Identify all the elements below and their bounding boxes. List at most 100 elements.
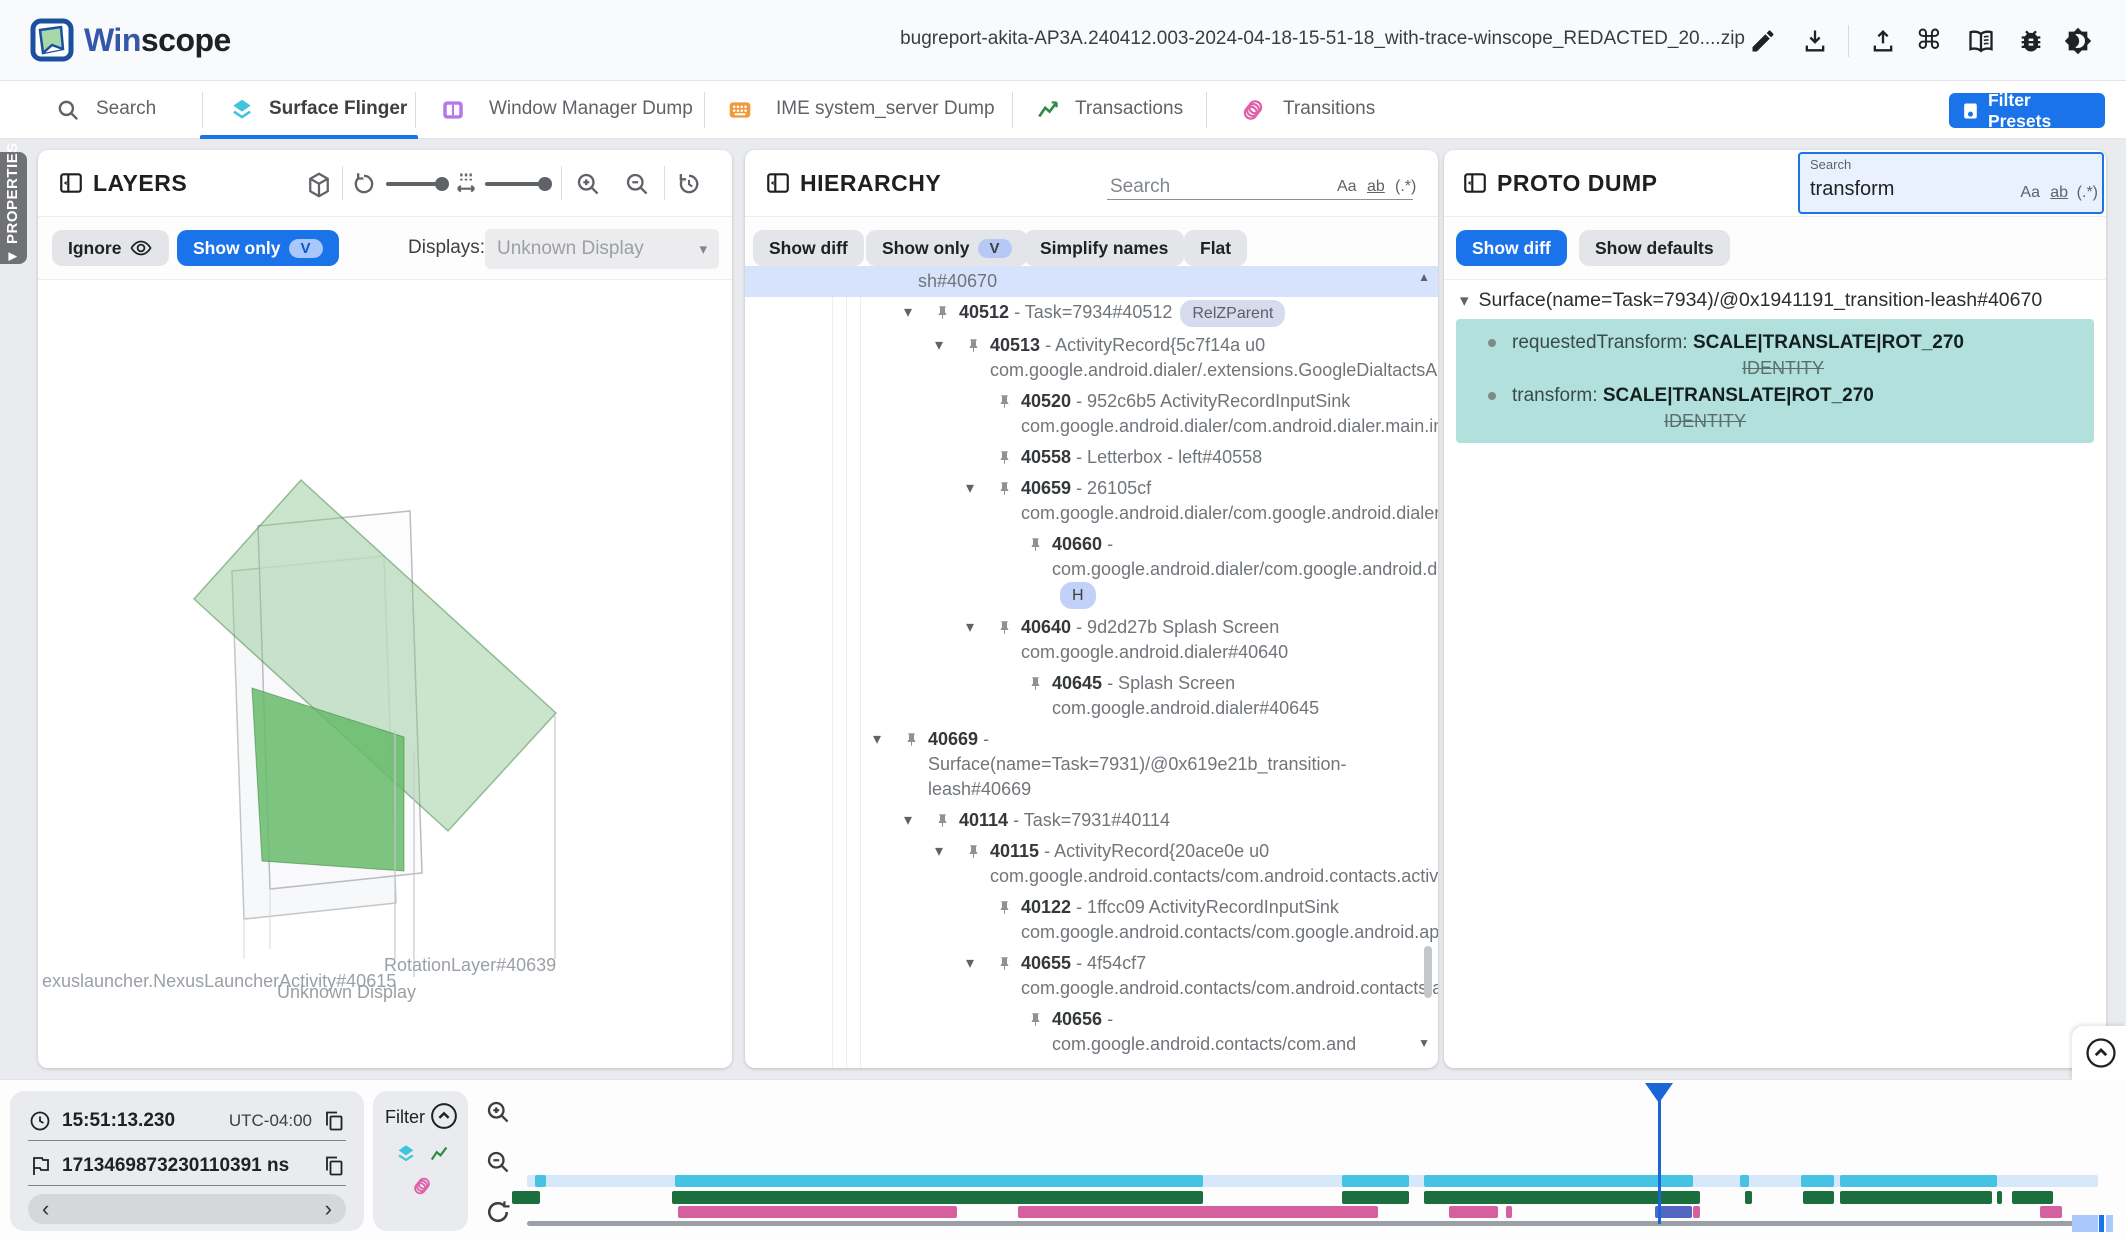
expand-arrow-icon[interactable]: ▾ [904,808,935,833]
tab-transitions[interactable]: Transitions [1283,98,1375,120]
surface-flinger-track-segment[interactable] [535,1175,546,1187]
documentation-book-icon[interactable] [1967,27,1995,55]
download-icon[interactable] [1801,27,1829,55]
tree-node[interactable]: ▾40640 - 9d2d27b Splash Screen com.googl… [745,612,1438,668]
match-case-toggle[interactable]: Aa [1337,178,1357,196]
hierarchy-scrollbar[interactable] [1424,946,1432,998]
expand-arrow-icon[interactable]: ▾ [935,839,966,864]
tree-node[interactable]: 40122 - 1ffcc09 ActivityRecordInputSink … [745,892,1438,948]
transitions-filter-icon[interactable] [411,1175,433,1197]
tab-transactions[interactable]: Transactions [1075,98,1183,120]
prev-entry-button[interactable]: ‹ [42,1194,49,1224]
layers-3d-canvas[interactable]: RotationLayer#40639 exuslauncher.NexusLa… [38,281,732,1068]
transactions-icon[interactable] [1036,97,1062,123]
transactions-track-segment[interactable] [1803,1191,1834,1204]
expand-arrow-icon[interactable]: ▾ [873,727,904,752]
transactions-track-segment[interactable] [1745,1191,1752,1204]
timeline-zoom-out-icon[interactable] [484,1148,512,1176]
tree-node[interactable]: ▾40655 - 4f54cf7 com.google.android.cont… [745,948,1438,1004]
tree-node[interactable]: ▾40513 - ActivityRecord{5c7f14a u0 com.g… [745,330,1438,386]
proto-property-row[interactable]: requestedTransform: SCALE|TRANSLATE|ROT_… [1456,327,2094,356]
surface-flinger-filter-icon[interactable] [395,1143,417,1165]
pin-icon[interactable] [904,727,928,747]
proto-search-input[interactable]: Search transform Aa ab (.*) [1798,152,2104,214]
panel-split-icon[interactable] [58,170,84,196]
tab-search[interactable]: Search [96,98,156,120]
tree-node[interactable]: ▾40659 - 26105cf com.google.android.dial… [745,473,1438,529]
edit-icon[interactable] [1749,27,1777,55]
show-defaults-button[interactable]: Show defaults [1579,230,1730,266]
scroll-down-icon[interactable]: ▼ [1418,1036,1430,1050]
window-manager-icon[interactable] [440,97,466,123]
expand-timeline-tab[interactable] [2072,1026,2126,1080]
spacing-icon[interactable] [452,170,480,198]
ignore-button[interactable]: Ignore [52,230,169,266]
pin-icon[interactable] [997,445,1021,465]
search-icon[interactable] [55,97,81,123]
match-word-toggle[interactable]: ab [2050,184,2068,202]
surface-flinger-track-segment[interactable] [1740,1175,1749,1187]
transactions-track-segment[interactable] [672,1191,1203,1204]
show-diff-button[interactable]: Show diff [753,230,864,266]
human-time-field[interactable]: 15:51:13.230 UTC-04:00 [28,1101,346,1141]
transitions-track-segment[interactable] [1018,1206,1378,1218]
zoom-in-icon[interactable] [574,170,602,198]
rotation-slider[interactable] [386,182,443,186]
tree-node[interactable]: ▾40114 - Task=7931#40114 [745,805,1438,836]
transitions-icon[interactable] [1240,97,1266,123]
pin-icon[interactable] [966,333,990,353]
zoom-out-icon[interactable] [623,170,651,198]
transactions-track-segment[interactable] [1342,1191,1409,1204]
expand-arrow-icon[interactable]: ▾ [966,615,997,640]
expand-arrow-icon[interactable]: ▾ [904,300,935,325]
timeline-scrollbar-range[interactable] [2072,1215,2098,1232]
surface-flinger-track-segment[interactable] [1801,1175,1834,1187]
tab-window-manager[interactable]: Window Manager Dump [489,98,693,120]
tree-node[interactable]: ▾40669 - Surface(name=Task=7931)/@0x619e… [745,724,1438,805]
transitions-track-segment[interactable] [678,1206,957,1218]
next-entry-button[interactable]: › [325,1194,332,1224]
proto-property-row[interactable]: transform: SCALE|TRANSLATE|ROT_270 [1456,380,2094,409]
surface-flinger-track-segment[interactable] [1342,1175,1409,1187]
upload-icon[interactable] [1869,27,1897,55]
expand-arrow-icon[interactable]: ▾ [935,333,966,358]
properties-side-tab[interactable]: ▼ PROPERTIES [0,152,27,264]
transitions-track-segment[interactable] [1506,1206,1512,1218]
tree-node[interactable]: sh#40670 [745,266,1438,297]
pin-icon[interactable] [997,389,1021,409]
expand-arrow-icon[interactable]: ▾ [966,476,997,501]
dark-mode-toggle-icon[interactable] [2064,27,2092,55]
pin-icon[interactable] [966,839,990,859]
scroll-up-icon[interactable]: ▲ [1418,270,1430,284]
reset-view-icon[interactable] [675,170,703,198]
panel-split-icon[interactable] [1462,170,1488,196]
pin-icon[interactable] [1028,1007,1052,1027]
pin-icon[interactable] [1028,671,1052,691]
timeline-scrollbar[interactable] [527,1221,2076,1226]
timeline-cursor-line[interactable] [1658,1083,1661,1224]
nanosecond-time-field[interactable]: 1713469873230110391 ns [28,1146,346,1186]
transactions-track-segment[interactable] [2012,1191,2053,1204]
pin-icon[interactable] [997,951,1021,971]
pin-icon[interactable] [997,476,1021,496]
proto-root-node[interactable]: ▾Surface(name=Task=7934)/@0x1941191_tran… [1460,289,2042,312]
transitions-track-segment[interactable] [1449,1206,1498,1218]
collapse-arrow-icon[interactable]: ▾ [1460,291,1469,310]
3d-view-icon[interactable] [304,170,334,200]
pin-icon[interactable] [1028,532,1052,552]
displays-select[interactable]: Unknown Display ▾ [485,229,719,269]
regex-toggle[interactable]: (.*) [2077,184,2098,202]
tab-ime[interactable]: IME system_server Dump [776,98,995,120]
pin-icon[interactable] [997,895,1021,915]
surface-flinger-icon[interactable] [229,97,255,123]
panel-split-icon[interactable] [765,170,791,196]
show-diff-button[interactable]: Show diff [1456,230,1567,266]
pin-icon[interactable] [935,808,959,828]
surface-flinger-track-segment[interactable] [1840,1175,1997,1187]
regex-toggle[interactable]: (.*) [1395,178,1416,196]
collapse-filter-icon[interactable] [429,1101,459,1131]
report-bug-icon[interactable] [2017,27,2045,55]
pin-icon[interactable] [935,300,959,320]
tree-node[interactable]: 40558 - Letterbox - left#40558 [745,442,1438,473]
transactions-track-segment[interactable] [1840,1191,1992,1204]
